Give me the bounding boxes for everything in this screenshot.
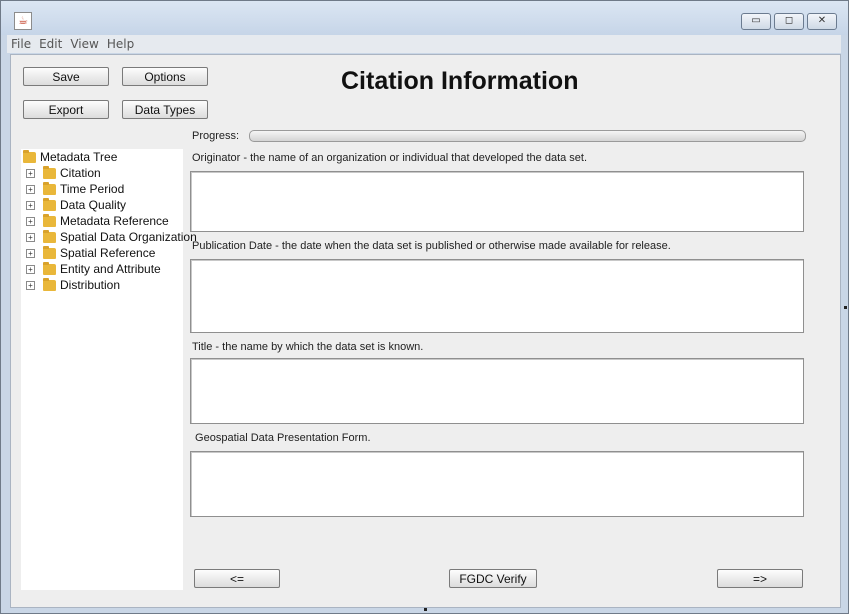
tree-item-label: Entity and Attribute — [60, 262, 161, 276]
maximize-button[interactable]: ◻ — [774, 13, 804, 30]
minimize-button[interactable]: ▭ — [741, 13, 771, 30]
previous-button[interactable]: <= — [194, 569, 280, 588]
expand-icon[interactable]: + — [26, 217, 35, 226]
geospatial-form-field[interactable] — [190, 451, 804, 517]
folder-icon — [43, 278, 56, 291]
expand-icon[interactable]: + — [26, 201, 35, 210]
expand-icon[interactable]: + — [26, 169, 35, 178]
metadata-tree: Metadata Tree + Citation + Time Period +… — [21, 149, 197, 590]
java-app-icon: ☕ — [14, 12, 32, 30]
folder-icon — [43, 166, 56, 179]
close-button[interactable]: ✕ — [807, 13, 837, 30]
save-button[interactable]: Save — [23, 67, 109, 86]
resize-handle-bottom[interactable] — [424, 608, 427, 611]
tree-item-label: Data Quality — [60, 198, 127, 212]
progress-bar — [249, 130, 806, 142]
tree-root-label: Metadata Tree — [40, 150, 118, 164]
app-window: ☕ ▭ ◻ ✕ File Edit View Help Save Options Ex… — [0, 0, 849, 614]
export-button[interactable]: Export — [23, 100, 109, 119]
fgdc-verify-button[interactable]: FGDC Verify — [449, 569, 537, 588]
menu-bar: File Edit View Help — [7, 35, 841, 53]
geospatial-form-label: Geospatial Data Presentation Form. — [192, 432, 371, 444]
expand-icon[interactable]: + — [26, 265, 35, 274]
expand-icon[interactable]: + — [26, 233, 35, 242]
folder-icon — [43, 246, 56, 259]
menu-file[interactable]: File — [7, 35, 35, 51]
publication-date-field[interactable] — [190, 259, 804, 333]
tree-item-label: Metadata Reference — [60, 214, 169, 228]
originator-field[interactable] — [190, 171, 804, 232]
folder-icon — [43, 182, 56, 195]
tree-item-label: Citation — [60, 166, 101, 180]
menu-edit[interactable]: Edit — [35, 35, 66, 51]
title-label: Title - the name by which the data set i… — [192, 341, 424, 353]
tree-item-label: Spatial Data Organization — [60, 230, 197, 244]
menu-view[interactable]: View — [66, 35, 102, 51]
folder-icon — [23, 150, 36, 163]
next-button[interactable]: => — [717, 569, 803, 588]
tree-item-label: Spatial Reference — [60, 246, 156, 260]
originator-label: Originator - the name of an organization… — [192, 152, 588, 164]
publication-date-label: Publication Date - the date when the dat… — [192, 240, 671, 252]
progress-label: Progress: — [192, 130, 240, 142]
options-button[interactable]: Options — [122, 67, 208, 86]
folder-icon — [43, 198, 56, 211]
menu-help[interactable]: Help — [103, 35, 138, 51]
folder-icon — [43, 262, 56, 275]
expand-icon[interactable]: + — [26, 281, 35, 290]
tree-item-label: Distribution — [60, 278, 121, 292]
data-types-button[interactable]: Data Types — [122, 100, 208, 119]
title-bar: ☕ ▭ ◻ ✕ — [1, 1, 848, 35]
expand-icon[interactable]: + — [26, 249, 35, 258]
page-title: Citation Information — [341, 67, 579, 95]
expand-icon[interactable]: + — [26, 185, 35, 194]
folder-icon — [43, 230, 56, 243]
folder-icon — [43, 214, 56, 227]
title-field[interactable] — [190, 358, 804, 424]
tree-item-label: Time Period — [60, 182, 125, 196]
resize-handle-right[interactable] — [844, 306, 847, 309]
